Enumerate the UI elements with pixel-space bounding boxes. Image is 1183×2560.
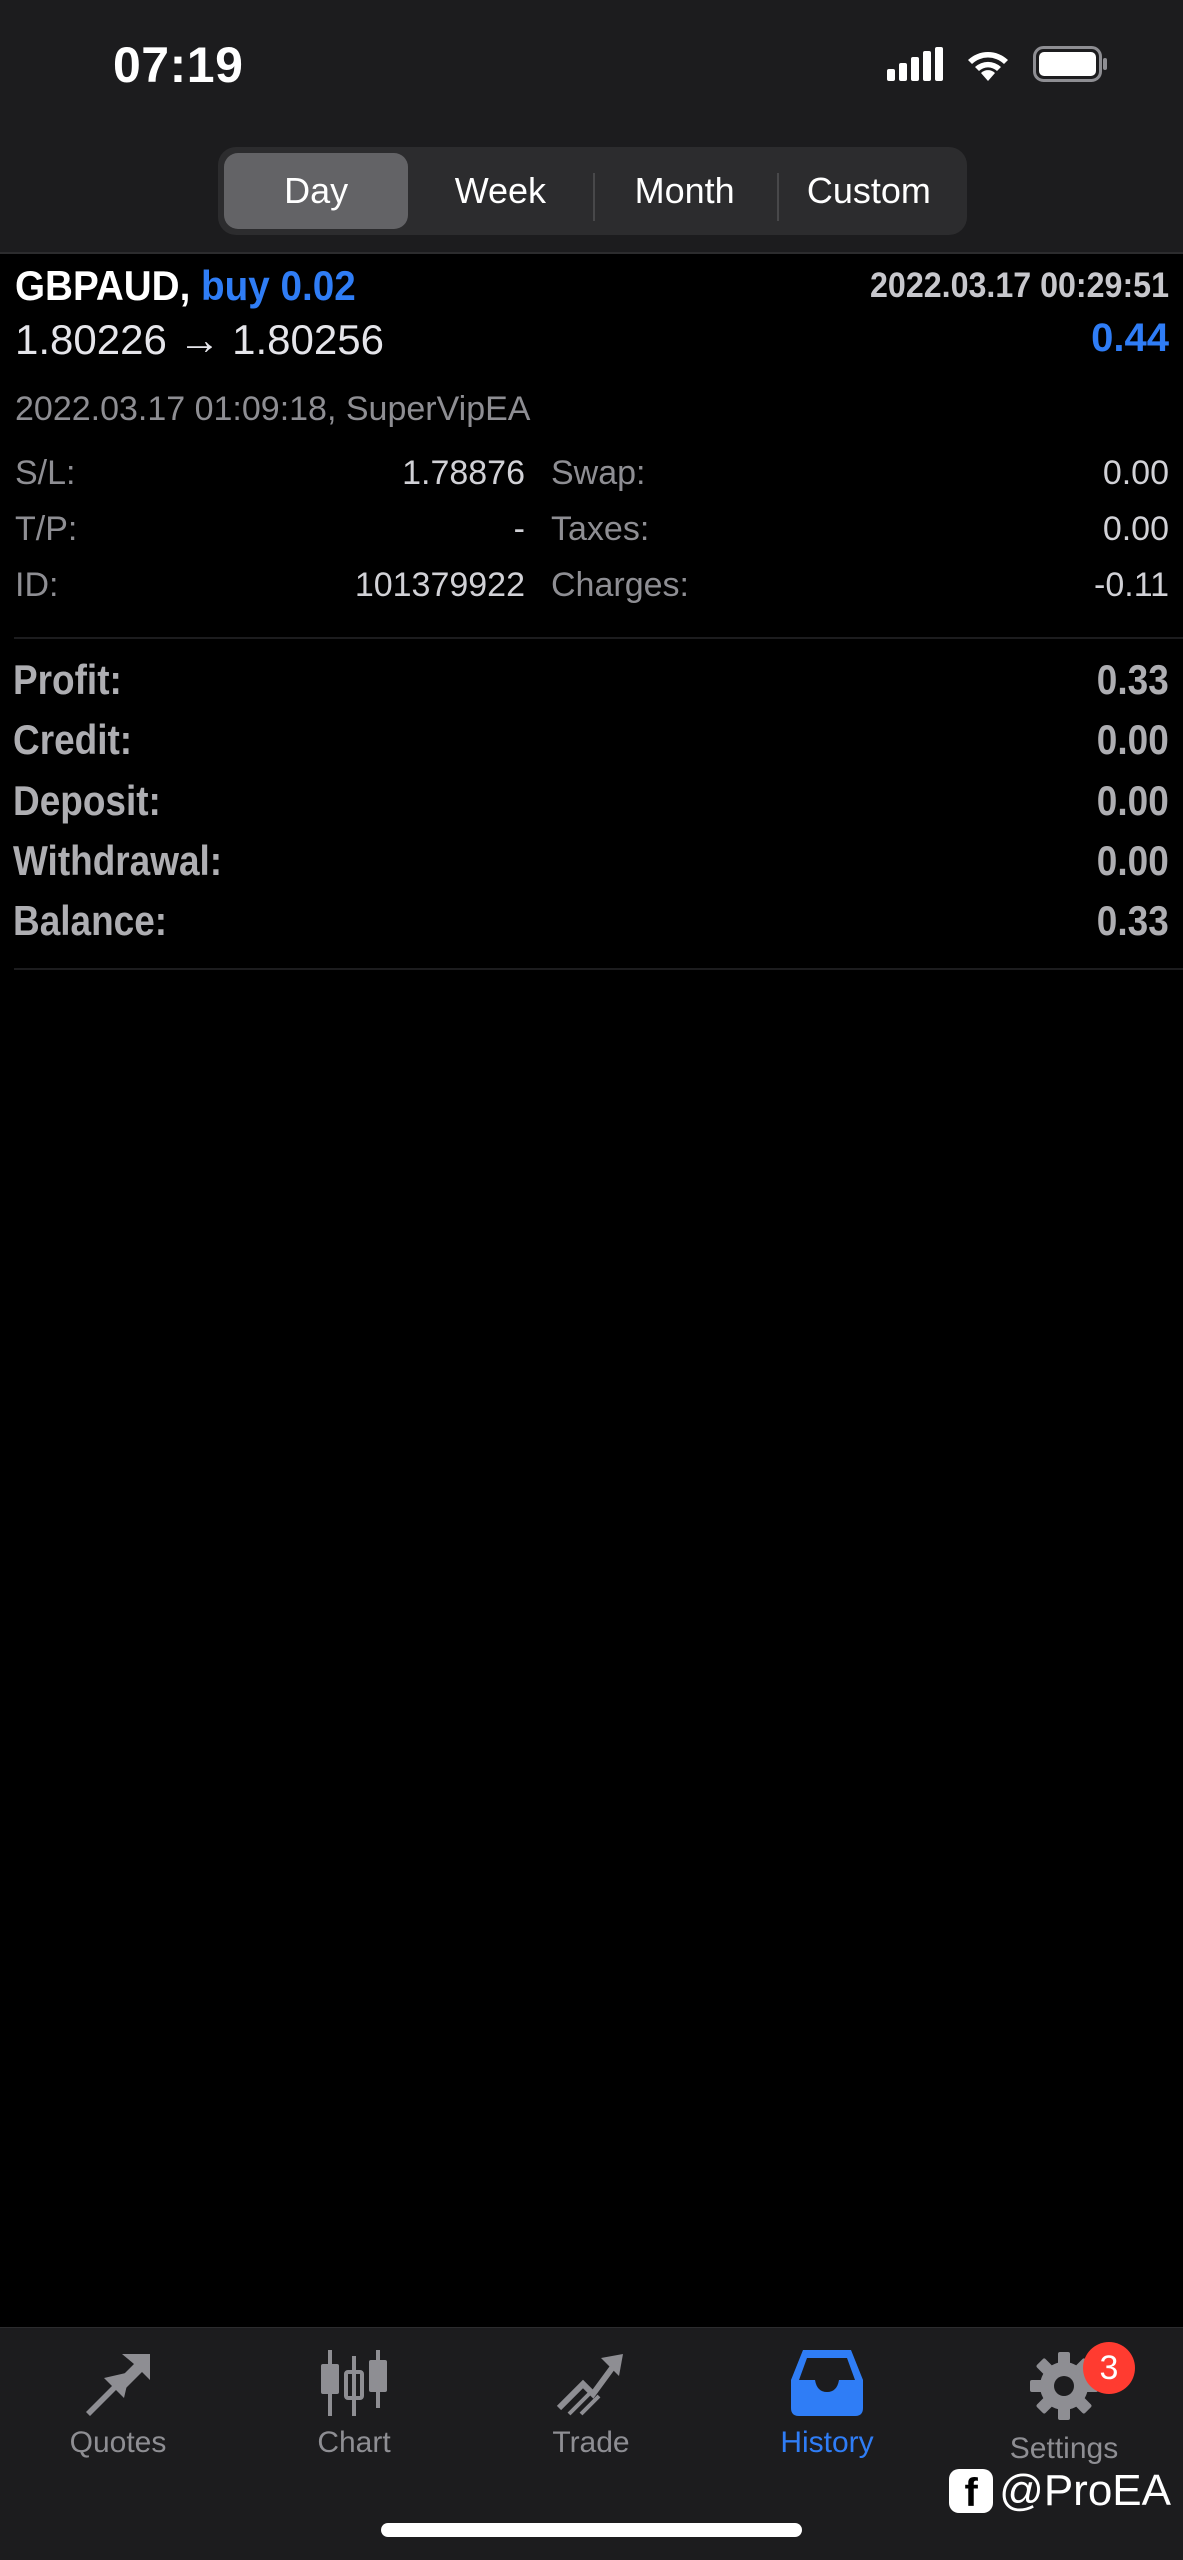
- deal-title: GBPAUD, buy 0.02: [15, 262, 356, 310]
- swap-label: Swap:: [551, 454, 646, 492]
- header: 07:19 Day Week Month Custom: [0, 0, 1183, 252]
- sl-value: 1.78876: [402, 454, 525, 492]
- status-time: 07:19: [113, 37, 244, 93]
- tab-week[interactable]: Week: [408, 153, 592, 229]
- taxes-label: Taxes:: [551, 510, 650, 548]
- summary-deposit-label: Deposit:: [13, 777, 161, 824]
- summary-profit-value: 0.33: [1097, 656, 1169, 703]
- tp-label: T/P:: [15, 510, 78, 548]
- taxes-value: 0.00: [1102, 510, 1169, 548]
- facebook-icon: f: [949, 2469, 994, 2513]
- summary-credit-value: 0.00: [1097, 716, 1169, 763]
- chart-icon: [321, 2350, 387, 2416]
- tab-day[interactable]: Day: [224, 153, 409, 229]
- deal-item[interactable]: GBPAUD, buy 0.02 2022.03.17 00:29:51 1.8…: [0, 254, 1183, 639]
- deal-close-info: 2022.03.17 01:09:18, SuperVipEA: [15, 390, 531, 428]
- tab-chart[interactable]: Chart: [236, 2328, 472, 2478]
- charges-label: Charges:: [551, 566, 689, 604]
- summary-withdrawal-value: 0.00: [1097, 837, 1169, 884]
- segment-divider: [776, 173, 779, 221]
- sl-label: S/L:: [15, 454, 76, 492]
- summary-divider: [14, 968, 1183, 970]
- charges-value: -0.11: [1094, 566, 1169, 604]
- tab-month[interactable]: Month: [592, 153, 777, 229]
- deal-open-time: 2022.03.17 00:29:51: [870, 266, 1169, 305]
- watermark-text: @ProEA: [999, 2466, 1171, 2515]
- tab-history[interactable]: History: [709, 2328, 945, 2478]
- summary-deposit-value: 0.00: [1097, 777, 1169, 824]
- status-icons: [887, 46, 1109, 82]
- home-indicator: [381, 2523, 802, 2537]
- trade-icon: [556, 2354, 623, 2416]
- tab-quotes[interactable]: Quotes: [0, 2328, 236, 2478]
- tp-value: -: [513, 510, 525, 548]
- summary-balance-value: 0.33: [1097, 897, 1169, 944]
- cellular-signal-icon: [887, 47, 943, 81]
- deal-side: buy 0.02: [201, 262, 356, 309]
- tab-trade[interactable]: Trade: [473, 2328, 709, 2478]
- deal-profit: 0.44: [1091, 316, 1169, 360]
- deal-prices: 1.80226 → 1.80256: [15, 316, 384, 363]
- battery-icon: [1033, 46, 1107, 82]
- tab-custom[interactable]: Custom: [776, 153, 961, 229]
- period-selector: Day Week Month Custom: [218, 147, 967, 235]
- tab-settings[interactable]: 3 Settings: [946, 2328, 1182, 2478]
- id-label: ID:: [15, 566, 59, 604]
- summary-balance-label: Balance:: [13, 897, 168, 944]
- summary-withdrawal-label: Withdrawal:: [13, 837, 223, 884]
- watermark: f @ProEA: [949, 2466, 1171, 2516]
- segment-divider: [592, 173, 595, 221]
- summary-profit-label: Profit:: [13, 656, 122, 703]
- history-icon: [791, 2350, 863, 2416]
- quotes-icon: [86, 2354, 150, 2416]
- summary-credit-label: Credit:: [13, 716, 133, 763]
- settings-badge: 3: [1083, 2342, 1135, 2394]
- swap-value: 0.00: [1102, 454, 1169, 492]
- deal-symbol: GBPAUD,: [15, 262, 191, 309]
- deal-divider: [14, 637, 1183, 639]
- wifi-icon: [968, 52, 1008, 81]
- id-value: 101379922: [354, 566, 525, 604]
